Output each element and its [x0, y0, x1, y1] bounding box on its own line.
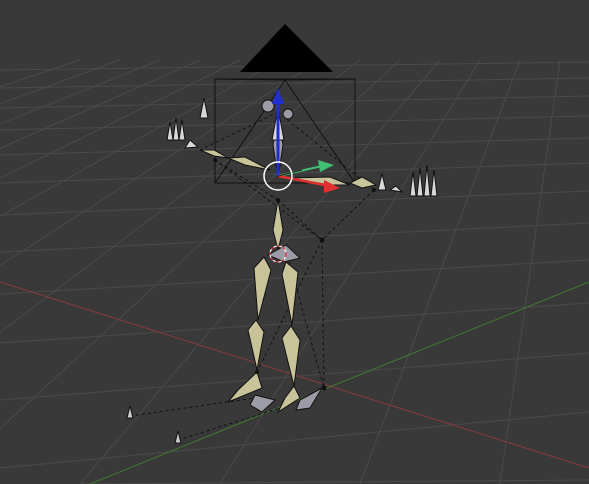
bone-thigh-left: [253, 256, 272, 321]
bone-forearm-right: [348, 176, 378, 189]
bone-spine: [272, 199, 284, 251]
ik-targets[interactable]: [126, 405, 182, 444]
bone-forearm-left: [199, 149, 229, 159]
armature[interactable]: [199, 111, 378, 414]
fingers-left[interactable]: [166, 97, 209, 149]
bone-upper-arm-left: [227, 156, 271, 171]
3d-viewport[interactable]: [0, 0, 589, 484]
bone-shin-left: [247, 319, 265, 371]
scene-canvas[interactable]: [0, 0, 589, 484]
bone-heel-left: [249, 394, 277, 413]
